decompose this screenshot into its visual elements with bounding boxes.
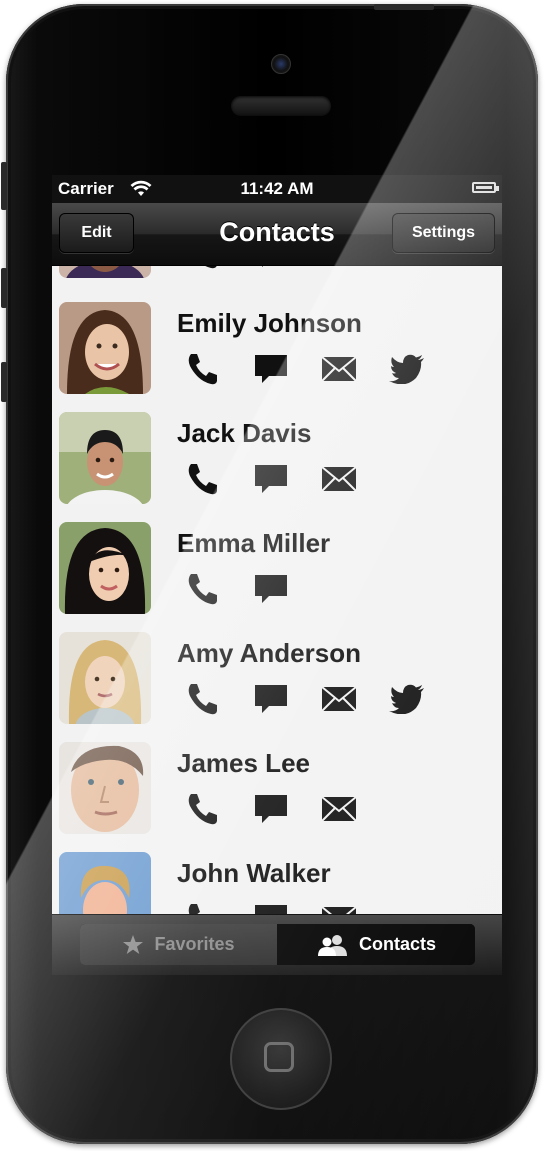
tab-favorites[interactable]: Favorites xyxy=(80,924,278,965)
tab-contacts[interactable]: Contacts xyxy=(278,924,475,965)
phone-icon[interactable] xyxy=(185,680,253,718)
list-item[interactable]: Emily Johnson xyxy=(52,294,502,404)
tab-contacts-label: Contacts xyxy=(358,934,436,954)
action-row xyxy=(185,350,457,388)
power-button xyxy=(374,4,434,10)
phone-icon[interactable] xyxy=(185,266,253,272)
navigation-bar: Edit Contacts Settings xyxy=(52,203,502,266)
avatar xyxy=(59,522,151,614)
mail-icon[interactable] xyxy=(321,350,389,388)
avatar xyxy=(59,632,151,724)
avatar xyxy=(59,742,151,834)
list-item[interactable]: John Walker xyxy=(52,844,502,914)
volume-down-button xyxy=(1,362,7,402)
twitter-icon[interactable] xyxy=(389,350,457,388)
mail-icon[interactable] xyxy=(321,460,389,498)
volume-up-button xyxy=(1,268,7,308)
star-icon xyxy=(122,934,144,956)
action-row xyxy=(185,266,389,272)
list-item-partial[interactable] xyxy=(52,266,502,288)
settings-button[interactable]: Settings xyxy=(392,213,495,253)
people-icon xyxy=(317,934,349,956)
phone-icon[interactable] xyxy=(185,570,253,608)
front-camera xyxy=(271,54,291,74)
twitter-icon[interactable] xyxy=(389,680,457,718)
mail-icon[interactable] xyxy=(321,790,389,828)
clock: 11:42 AM xyxy=(240,179,314,198)
list-item[interactable]: Amy Anderson xyxy=(52,624,502,734)
message-icon[interactable] xyxy=(253,350,321,388)
list-item[interactable]: Emma Miller xyxy=(52,514,502,624)
avatar xyxy=(59,266,151,278)
tab-bar: Favorites Contacts xyxy=(52,915,502,975)
message-icon[interactable] xyxy=(253,266,321,272)
phone-icon[interactable] xyxy=(185,900,253,914)
action-row xyxy=(185,680,457,718)
avatar xyxy=(59,852,151,914)
avatar xyxy=(59,412,151,504)
mute-switch xyxy=(1,162,7,210)
home-button[interactable] xyxy=(230,1008,332,1110)
contact-name: James Lee xyxy=(177,748,310,778)
message-icon[interactable] xyxy=(253,790,321,828)
message-icon[interactable] xyxy=(253,680,321,718)
phone-icon[interactable] xyxy=(185,460,253,498)
message-icon[interactable] xyxy=(253,460,321,498)
action-row xyxy=(185,790,389,828)
segmented-control: Favorites Contacts xyxy=(80,924,475,965)
action-row xyxy=(185,460,389,498)
contact-name: Jack Davis xyxy=(177,418,312,448)
message-icon[interactable] xyxy=(253,900,321,914)
mail-icon[interactable] xyxy=(321,266,389,272)
phone-icon[interactable] xyxy=(185,790,253,828)
contact-name: John Walker xyxy=(177,858,331,888)
home-square-icon xyxy=(264,1042,294,1072)
contacts-list[interactable]: Emily Johnson Jack Davis Emma Miller Amy… xyxy=(52,266,502,914)
contact-name: Emma Miller xyxy=(177,528,331,558)
screen: Carrier 11:42 AM Edit Contacts Settings xyxy=(52,175,502,975)
avatar xyxy=(59,302,151,394)
list-item[interactable]: Jack Davis xyxy=(52,404,502,514)
contact-name: Amy Anderson xyxy=(177,638,361,668)
action-row xyxy=(185,570,321,608)
battery-icon xyxy=(472,182,499,193)
status-bar: Carrier 11:42 AM xyxy=(52,175,502,203)
list-item[interactable]: James Lee xyxy=(52,734,502,844)
contact-name: Emily Johnson xyxy=(177,308,362,338)
action-row xyxy=(185,900,389,914)
message-icon[interactable] xyxy=(253,570,321,608)
phone-icon[interactable] xyxy=(185,350,253,388)
mail-icon[interactable] xyxy=(321,680,389,718)
tab-favorites-label: Favorites xyxy=(154,934,235,954)
mail-icon[interactable] xyxy=(321,900,389,914)
earpiece-speaker xyxy=(231,96,331,116)
